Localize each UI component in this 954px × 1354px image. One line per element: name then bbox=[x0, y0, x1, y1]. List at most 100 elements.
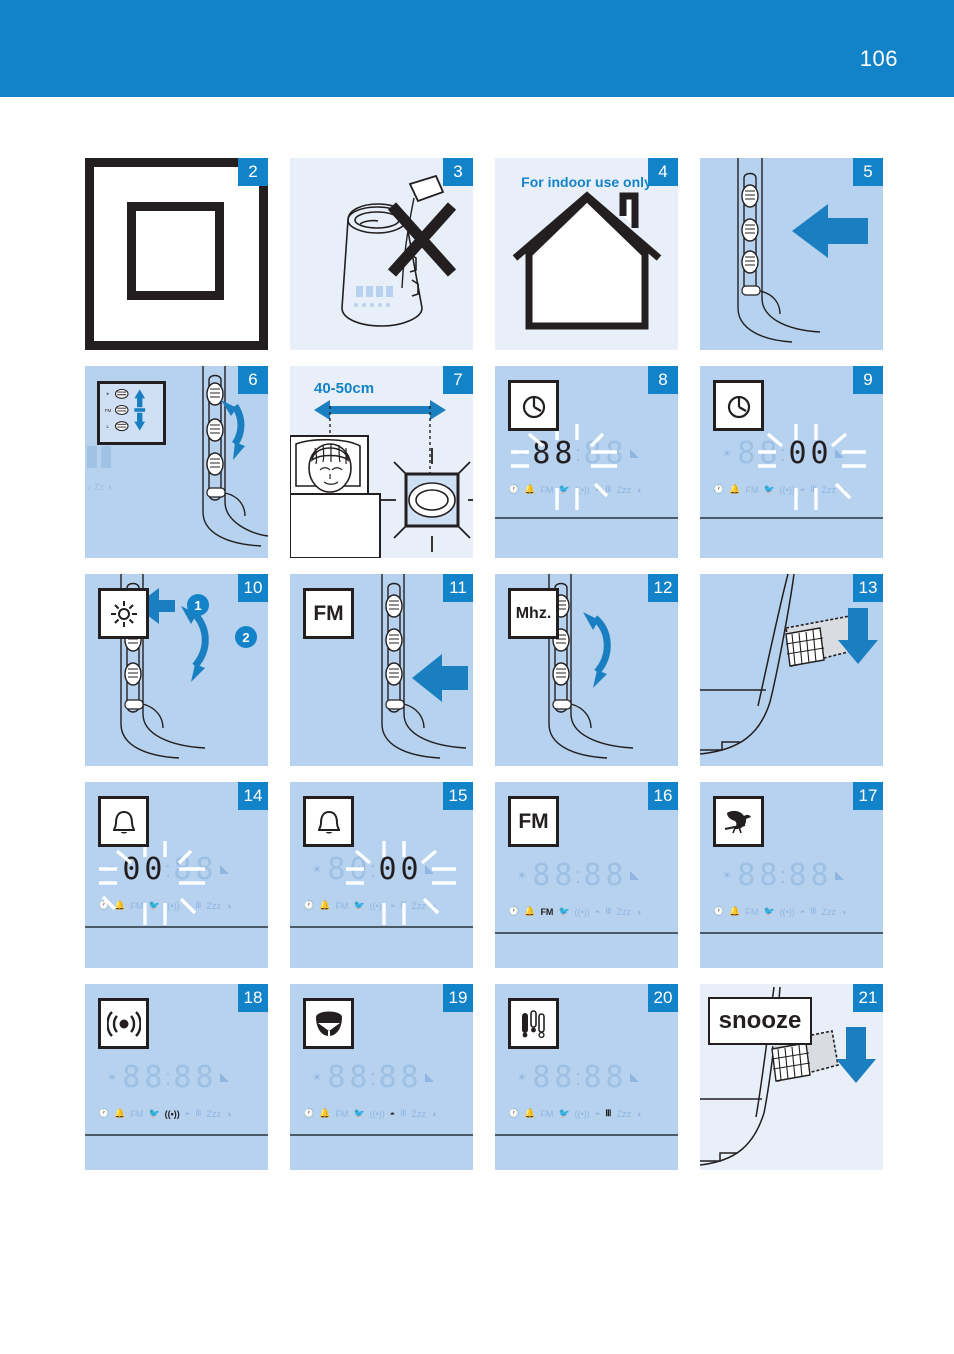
lcd-indicator-strip: 🕐 🔔 FM 🐦 ((•)) ◓ Ⅲ Zzz ◑ bbox=[713, 906, 846, 917]
lcd-digit-2: 8 bbox=[759, 858, 778, 893]
indicator-zzz: Zzz bbox=[821, 906, 836, 917]
lcd-indicator-strip: 🕐 🔔 FM 🐦 ((•)) ◓ Ⅲ Zzz ◑ bbox=[303, 900, 436, 911]
svg-text:L: L bbox=[107, 424, 110, 429]
panel-number-badge: 21 bbox=[853, 984, 883, 1012]
signal-bars-icon bbox=[630, 449, 639, 458]
indicator-bell: 🔔 bbox=[524, 906, 536, 916]
sun-lcd-icon: ☀ bbox=[517, 1072, 527, 1084]
snooze-label-box: snooze bbox=[708, 997, 812, 1045]
panel-7: 40-50cm 7 bbox=[290, 366, 473, 558]
indicator-drum: ◓ bbox=[389, 900, 396, 911]
indicator-fm: FM bbox=[745, 484, 759, 495]
panel-6: ☀ FM L ♪ Zz ◑ 6 bbox=[85, 366, 268, 558]
lcd-indicator-strip: 🕐 🔔 FM 🐦 ((•)) ◓ Ⅲ Zzz ◑ bbox=[508, 1108, 641, 1119]
indicator-chimes: Ⅲ bbox=[810, 484, 817, 494]
device-edge-line bbox=[495, 932, 678, 934]
device-edge-line bbox=[700, 517, 883, 519]
indicator-clock: 🕐 bbox=[508, 906, 520, 916]
indicator-beep: ((•)) bbox=[574, 484, 590, 495]
indicator-fm: FM bbox=[335, 1108, 349, 1119]
indicator-bird: 🐦 bbox=[558, 906, 570, 916]
page-header: 106 bbox=[0, 0, 954, 97]
lcd-indicator-strip: 🕐 🔔 FM 🐦 ((•)) ◓ Ⅲ Zzz ◑ bbox=[98, 1108, 231, 1119]
lcd-digit-1: 8 bbox=[122, 1060, 141, 1095]
panel-number-badge: 17 bbox=[853, 782, 883, 810]
indicator-clock: 🕐 bbox=[98, 1108, 110, 1118]
indicator-drum: ◓ bbox=[594, 484, 601, 495]
panel-number-badge: 3 bbox=[443, 158, 473, 186]
lcd-digits: ☀ 8 8 : 0 0 bbox=[722, 438, 844, 469]
indicator-drum: ◓ bbox=[594, 1108, 601, 1119]
indicator-dimmer: ◑ bbox=[225, 1108, 232, 1119]
lcd-digit-1: 8 bbox=[737, 436, 756, 471]
indicator-chimes: Ⅲ bbox=[605, 1108, 612, 1118]
mhz-icon-box: Mhz. bbox=[508, 588, 559, 639]
panel-11: FM 11 bbox=[290, 574, 473, 766]
lcd-colon: : bbox=[164, 857, 171, 882]
bell-icon-box bbox=[303, 796, 354, 847]
sun-lcd-icon: ☀ bbox=[722, 870, 732, 882]
signal-bars-icon bbox=[630, 1073, 639, 1082]
svg-text:♪ Zz ◑: ♪ Zz ◑ bbox=[87, 482, 112, 492]
lcd-digit-4: 8 bbox=[605, 858, 624, 893]
indicator-beep: ((•)) bbox=[369, 1108, 385, 1119]
lcd-digit-3: 8 bbox=[173, 852, 192, 887]
lcd-digit-4: 0 bbox=[810, 436, 829, 471]
lcd-digit-2: 8 bbox=[554, 436, 573, 471]
lcd-digit-4: 8 bbox=[195, 852, 214, 887]
indicator-clock: 🕐 bbox=[713, 906, 725, 916]
panel-number-badge: 15 bbox=[443, 782, 473, 810]
indicator-fm: FM bbox=[130, 1108, 144, 1119]
device-edge-line bbox=[85, 926, 268, 928]
indicator-bird: 🐦 bbox=[558, 484, 570, 494]
indicator-chimes: Ⅲ bbox=[400, 900, 407, 910]
step-1-marker: 1 bbox=[187, 594, 209, 616]
panel-number-badge: 9 bbox=[853, 366, 883, 394]
lcd-colon: : bbox=[574, 863, 581, 888]
lcd-digit-2: 8 bbox=[554, 858, 573, 893]
indicator-dimmer: ◑ bbox=[840, 484, 847, 495]
panel-row-2: ☀ FM L ♪ Zz ◑ 6 40-50cm 7 ☀ 8 8: 8 8 🕐 … bbox=[85, 366, 885, 558]
lcd-digit-2: 0 bbox=[349, 852, 368, 887]
lcd-digit-1: 0 bbox=[122, 852, 141, 887]
indicator-clock: 🕐 bbox=[508, 484, 520, 494]
lcd-colon: : bbox=[369, 1065, 376, 1090]
lcd-digit-1: 8 bbox=[532, 436, 551, 471]
indicator-zzz: Zzz bbox=[206, 1108, 221, 1119]
bell-icon bbox=[112, 810, 135, 833]
panel-number-badge: 10 bbox=[238, 574, 268, 602]
indicator-bell: 🔔 bbox=[729, 484, 741, 494]
indicator-clock: 🕐 bbox=[508, 1108, 520, 1118]
indicator-dimmer: ◑ bbox=[635, 1108, 642, 1119]
indicator-chimes: Ⅲ bbox=[605, 906, 612, 916]
indicator-beep: ((•)) bbox=[779, 906, 795, 917]
indicator-bird: 🐦 bbox=[763, 484, 775, 494]
indicator-fm: FM bbox=[540, 1108, 554, 1119]
indicator-bell: 🔔 bbox=[319, 900, 331, 910]
drum-icon-box bbox=[303, 998, 354, 1049]
device-edge-line bbox=[290, 926, 473, 928]
indicator-drum: ◓ bbox=[389, 1108, 396, 1119]
sun-lcd-icon: ☀ bbox=[722, 448, 732, 460]
indicator-fm: FM bbox=[540, 484, 554, 495]
panel-number-badge: 5 bbox=[853, 158, 883, 186]
lcd-digit-4: 8 bbox=[605, 1060, 624, 1095]
lcd-digit-3: 8 bbox=[788, 858, 807, 893]
lcd-colon: : bbox=[779, 441, 786, 466]
indicator-drum: ◓ bbox=[184, 900, 191, 911]
panel-number-badge: 20 bbox=[648, 984, 678, 1012]
lcd-digit-4: 8 bbox=[400, 1060, 419, 1095]
indicator-bird: 🐦 bbox=[353, 900, 365, 910]
indicator-bell: 🔔 bbox=[729, 906, 741, 916]
indicator-fm: FM bbox=[745, 906, 759, 917]
indicator-drum: ◓ bbox=[799, 906, 806, 917]
instruction-panel-grid: 2 3 For indoor use only 4 5 ☀ FM L ♪ Zz … bbox=[85, 158, 885, 1186]
panel-number-badge: 18 bbox=[238, 984, 268, 1012]
lcd-digit-2: 8 bbox=[759, 436, 778, 471]
panel-16: FM ☀ 8 8 : 8 8 🕐 🔔 FM 🐦 ((•)) ◓ Ⅲ Zzz ◑ … bbox=[495, 782, 678, 968]
svg-text:☀: ☀ bbox=[106, 392, 110, 397]
indicator-drum: ◓ bbox=[184, 1108, 191, 1119]
panel-20: ☀ 8 8 : 8 8 🕐 🔔 FM 🐦 ((•)) ◓ Ⅲ Zzz ◑ 20 bbox=[495, 984, 678, 1170]
indicator-dimmer: ◑ bbox=[635, 484, 642, 495]
indicator-chimes: Ⅲ bbox=[400, 1108, 407, 1118]
